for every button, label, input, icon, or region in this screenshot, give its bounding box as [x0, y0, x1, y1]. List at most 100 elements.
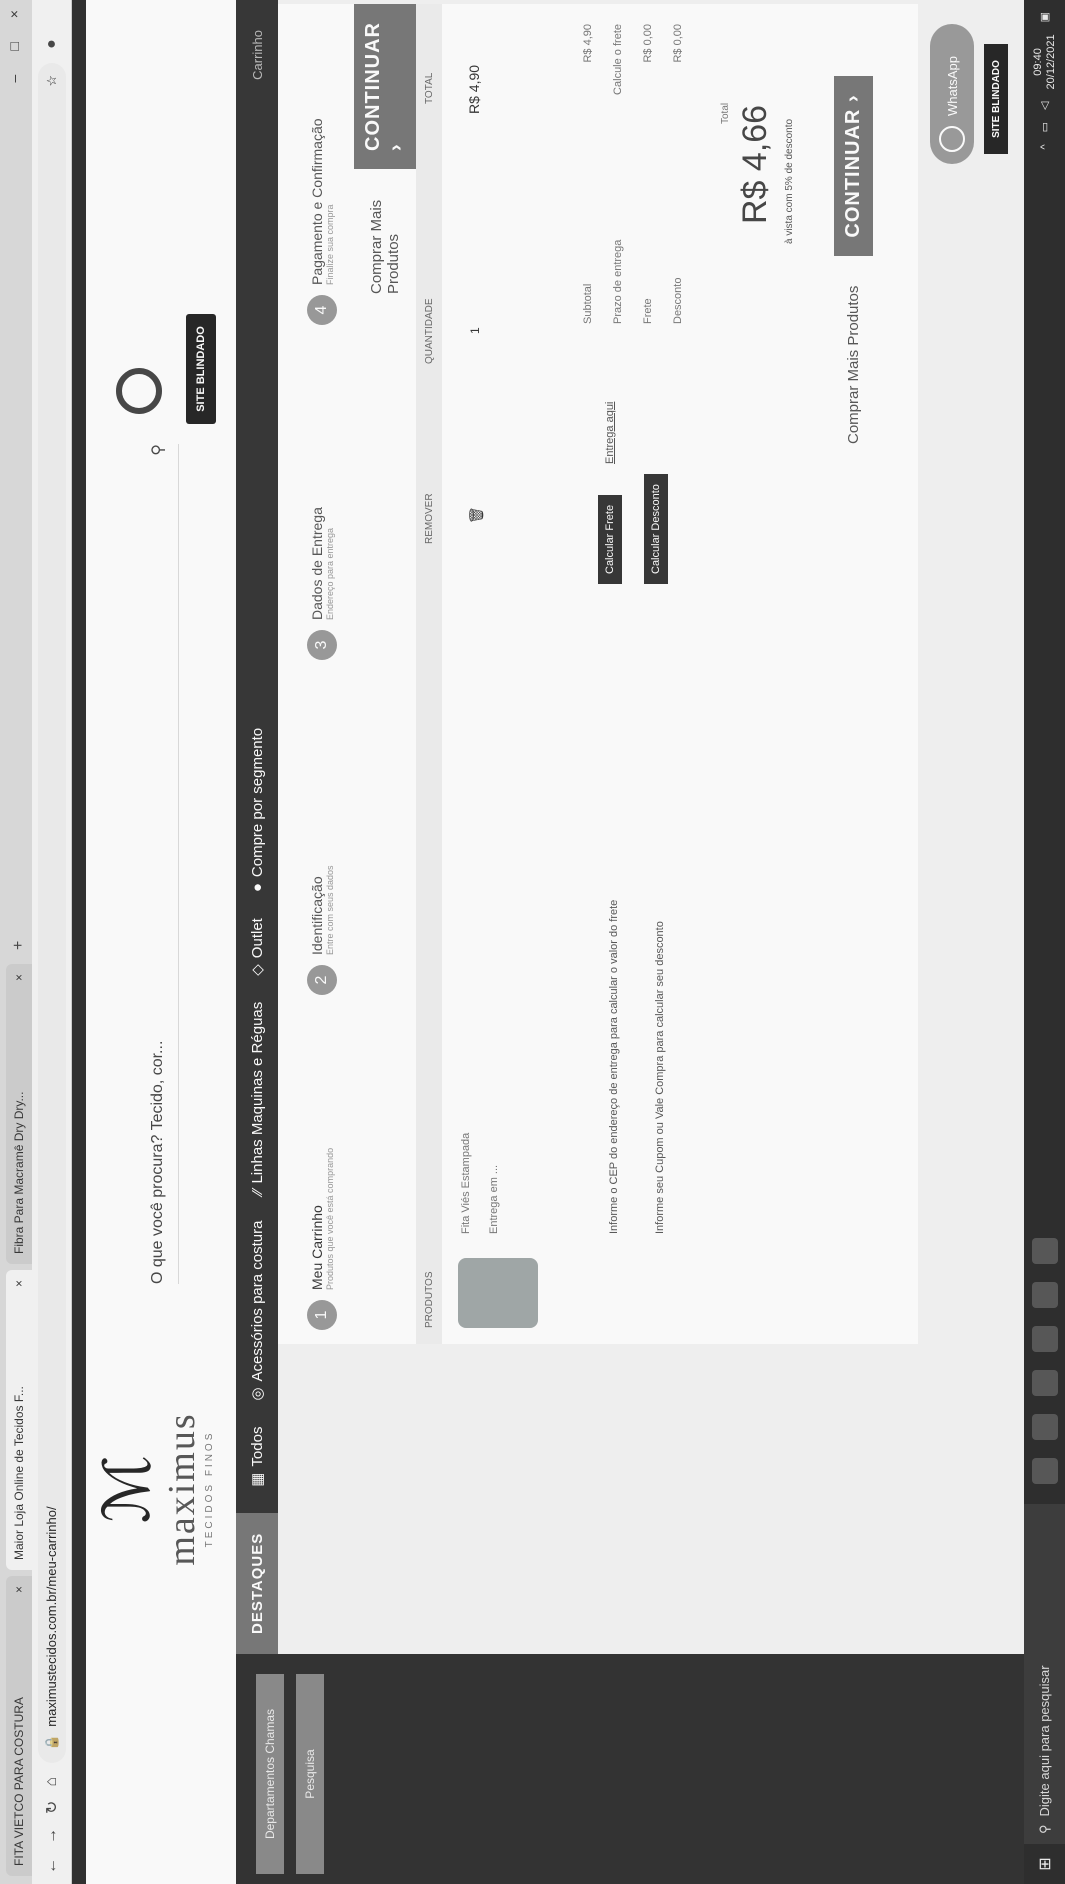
header-total: TOTAL: [423, 72, 435, 104]
continue-button-bottom[interactable]: CONTINUAR ›: [834, 76, 873, 256]
summary-frete: Frete R$ 0,00: [642, 24, 654, 324]
buy-more-link[interactable]: Comprar Mais Produtos: [368, 199, 402, 294]
site-header: ℳ maximus TECIDOS FINOS O que você procu…: [86, 0, 236, 1884]
volume-icon[interactable]: ◁: [1038, 101, 1051, 109]
taskbar-search[interactable]: ⚲ Digite aqui para pesquisar: [1024, 1504, 1065, 1844]
summary-desconto: Desconto R$ 0,00: [672, 24, 684, 324]
app-icon[interactable]: [1031, 1238, 1058, 1264]
notification-icon[interactable]: ▣: [1038, 12, 1051, 22]
window-controls: – □ ×: [6, 10, 22, 82]
screenshot-rotated: FITA VIETCO PARA COSTURA × Maior Loja Onl…: [0, 0, 1065, 1884]
search-placeholder: O que você procura? Tecido, cor...: [149, 1040, 166, 1284]
browser-tab-3[interactable]: Fibra Para Macramê Dry Dry... ×: [6, 964, 32, 1264]
summary-label: Prazo de entrega: [612, 239, 624, 324]
needle-icon: ◎: [249, 1387, 266, 1401]
buy-more-link-bottom[interactable]: Comprar Mais Produtos: [845, 286, 862, 444]
close-icon[interactable]: ×: [12, 1586, 26, 1593]
profile-icon[interactable]: ●: [43, 39, 61, 49]
delivery-link[interactable]: Entrega aqui: [604, 402, 616, 464]
nav-item-linhas[interactable]: ⁄⁄ Linhas Maquinas e Réguas: [249, 1002, 266, 1195]
windows-taskbar: ⊞ ⚲ Digite aqui para pesquisar ^ ▭ ◁ 09:…: [1024, 0, 1065, 1884]
nav-item-todos[interactable]: ▦ Todos: [248, 1427, 267, 1487]
tab-title: Fibra Para Macramê Dry Dry...: [12, 1091, 26, 1254]
star-icon[interactable]: ☆: [44, 75, 60, 87]
continue-label: CONTINUAR: [842, 108, 864, 238]
chevron-up-icon[interactable]: ^: [1039, 144, 1051, 149]
departments-button[interactable]: Departamentos Chamas: [256, 1674, 284, 1874]
close-window-icon[interactable]: ×: [6, 10, 22, 18]
browser-tab-1[interactable]: FITA VIETCO PARA COSTURA ×: [6, 1576, 32, 1876]
table-row: Fita Viés Estampada Entrega em ... 🗑 1 R…: [448, 4, 548, 1344]
summary-value: R$ 4,90: [582, 24, 594, 63]
cart-card: 1 Meu Carrinho Produtos que você está comp…: [278, 4, 918, 1344]
summary-label: Subtotal: [582, 283, 594, 324]
home-icon[interactable]: ⌂: [43, 1777, 61, 1787]
new-tab-icon[interactable]: +: [10, 933, 32, 958]
file-explorer-icon[interactable]: [1031, 1414, 1058, 1440]
trash-icon[interactable]: 🗑: [468, 506, 485, 524]
windows-start-icon[interactable]: ⊞: [1035, 1844, 1055, 1884]
system-tray: ^ ▭ ◁ 09:40 20/12/2021 ▣: [1032, 0, 1058, 150]
tag-icon: ◇: [249, 964, 266, 976]
nav-item-acessorios[interactable]: ◎ Acessórios para costura: [248, 1220, 267, 1401]
url-text: maximustecidos.com.br/meu-carrinho/: [44, 1506, 59, 1727]
shipping-info: Informe o CEP do endereço de entrega par…: [608, 899, 620, 1234]
forward-icon[interactable]: →: [43, 1828, 61, 1844]
close-icon[interactable]: ×: [12, 1280, 26, 1287]
browser-tab-2[interactable]: Maior Loja Online de Tecidos F... ×: [6, 1270, 32, 1570]
taskbar-apps: [1031, 1238, 1058, 1504]
step-label: Identificação Entre com seus dados: [309, 865, 335, 955]
main-nav: DESTAQUES ▦ Todos ◎ Acessórios para costur…: [236, 0, 278, 1654]
back-icon[interactable]: ←: [43, 1858, 61, 1874]
header-product: PRODUTOS: [423, 1271, 435, 1329]
step-title: Pagamento e Confirmação: [309, 118, 325, 285]
search-input[interactable]: O que você procura? Tecido, cor... ⚲: [138, 444, 179, 1284]
search-icon[interactable]: ⚲: [148, 444, 168, 456]
step-label: Meu Carrinho Produtos que você está compr…: [309, 1148, 335, 1290]
url-field[interactable]: 🔒 maximustecidos.com.br/meu-carrinho/ ☆: [37, 62, 66, 1763]
whatsapp-icon: [939, 126, 965, 152]
address-bar-row: ← → ↻ ⌂ 🔒 maximustecidos.com.br/meu-carr…: [32, 0, 72, 1884]
tab-title: FITA VIETCO PARA COSTURA: [12, 1697, 26, 1866]
product-thumbnail[interactable]: [458, 1258, 538, 1328]
network-icon[interactable]: ▭: [1038, 122, 1051, 132]
app-icon[interactable]: [1031, 1326, 1058, 1352]
ruler-icon: ⁄⁄: [248, 1189, 266, 1195]
product-price: R$ 4,90: [466, 64, 482, 114]
close-icon[interactable]: ×: [12, 974, 26, 981]
nav-right-link[interactable]: Carrinho: [250, 0, 265, 80]
summary-value: R$ 0,00: [672, 24, 684, 63]
nav-label: Acessórios para costura: [248, 1220, 266, 1382]
nav-item-outlet[interactable]: ◇ Outlet: [248, 918, 267, 976]
nav-featured[interactable]: DESTAQUES: [236, 1512, 278, 1654]
product-detail: Entrega em ...: [488, 1164, 500, 1234]
step-cart: 1 Meu Carrinho Produtos que você está comp…: [292, 1009, 352, 1344]
cart-icon[interactable]: [116, 368, 162, 414]
task-view-icon[interactable]: [1031, 1458, 1058, 1484]
grid-icon: ▦: [249, 1472, 266, 1487]
site-logo[interactable]: ℳ maximus TECIDOS FINOS: [91, 1374, 226, 1604]
whatsapp-button[interactable]: WhatsApp: [930, 24, 974, 164]
app-icon[interactable]: [1031, 1282, 1058, 1308]
step-number: 2: [307, 965, 337, 995]
nav-label: Linhas Maquinas e Réguas: [248, 1001, 266, 1184]
taskbar-clock[interactable]: 09:40 20/12/2021: [1032, 34, 1058, 89]
chrome-icon[interactable]: [1031, 1370, 1058, 1396]
continue-button[interactable]: CONTINUAR ›: [354, 4, 416, 169]
step-payment: 4 Pagamento e Confirmação Finalize sua com…: [292, 4, 352, 339]
product-name[interactable]: Fita Viés Estampada: [460, 1133, 472, 1234]
reload-icon[interactable]: ↻: [42, 1801, 62, 1814]
security-seal: SITE BLINDADO: [186, 314, 216, 424]
maximize-icon[interactable]: □: [6, 42, 22, 50]
checkout-steps: 1 Meu Carrinho Produtos que você está comp…: [292, 4, 352, 1344]
nav-item-segmento[interactable]: ● Compre por segmento: [249, 728, 266, 892]
search-side-button[interactable]: Pesquisa: [296, 1674, 324, 1874]
calculate-discount-button[interactable]: Calcular Desconto: [644, 474, 668, 584]
step-title: Dados de Entrega: [309, 507, 325, 620]
summary-value: Calcule o frete: [612, 24, 624, 95]
quantity-value[interactable]: 1: [468, 327, 482, 334]
minimize-icon[interactable]: –: [6, 75, 22, 83]
calculate-shipping-button[interactable]: Calcular Frete: [598, 494, 622, 584]
lock-icon: 🔒: [43, 1734, 59, 1751]
summary-subtotal: Subtotal R$ 4,90: [582, 24, 594, 324]
